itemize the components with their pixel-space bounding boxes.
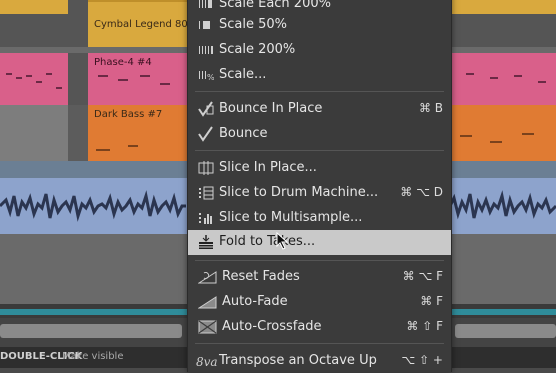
menu-item-label: Auto-Fade <box>222 294 288 309</box>
clip-right-top[interactable] <box>450 0 556 14</box>
menu-item-label: Scale 50% <box>219 17 288 32</box>
status-bar-right <box>450 347 556 368</box>
menu-item-label: Scale Each 200% <box>219 0 331 11</box>
midi-notes <box>450 53 556 105</box>
menu-item-label: Bounce <box>219 126 268 141</box>
bounce-icon <box>198 126 214 142</box>
menu-item-label: Scale... <box>219 67 267 82</box>
midi-notes <box>0 53 68 105</box>
menu-item-scale-50[interactable]: Scale 50% <box>188 13 451 37</box>
scale-custom-icon: % <box>198 67 215 83</box>
clip-gray-right[interactable] <box>450 234 556 304</box>
reset-fades-icon <box>197 269 218 285</box>
menu-item-slice-in-place[interactable]: Slice In Place... <box>188 156 451 180</box>
menu-item-label: Scale 200% <box>219 42 296 57</box>
octave-up-icon: 8va <box>196 353 218 369</box>
scale-each-icon <box>198 0 214 12</box>
slice-drum-machine-icon <box>198 185 214 201</box>
menu-item-shortcut: ⌘ ⌥ D <box>400 185 443 199</box>
menu-item-auto-fade[interactable]: Auto-Fade ⌘ F <box>188 290 451 314</box>
clip-bass[interactable]: Dark Bass #7 <box>88 105 188 161</box>
scrollbar-thumb[interactable] <box>0 324 182 338</box>
menu-item-fold-to-takes[interactable]: Fold to Takes... <box>188 230 451 255</box>
menu-item-slice-multisample[interactable]: Slice to Multisample... <box>188 206 451 230</box>
menu-item-shortcut: ⌘ B <box>418 101 443 115</box>
auto-crossfade-icon <box>198 319 218 335</box>
midi-notes <box>450 105 556 161</box>
menu-separator <box>195 343 444 344</box>
menu-item-shortcut: ⌥ ⇧ + <box>401 353 443 367</box>
menu-item-label: Fold to Takes... <box>219 234 316 249</box>
svg-text:%: % <box>207 73 214 82</box>
menu-item-scale-custom[interactable]: % Scale... <box>188 63 451 87</box>
menu-separator <box>195 150 444 151</box>
svg-text:8va: 8va <box>196 355 218 369</box>
status-hint-action: Make visible <box>62 351 124 362</box>
menu-item-label: Auto-Crossfade <box>222 319 322 334</box>
menu-item-bounce[interactable]: Bounce <box>188 122 451 146</box>
bounce-in-place-icon <box>198 101 214 117</box>
scrollbar-thumb-right[interactable] <box>455 324 556 338</box>
midi-notes <box>88 53 188 105</box>
mouse-cursor-icon <box>276 232 289 250</box>
clip-phase-left[interactable] <box>0 53 68 105</box>
clip-phase-right[interactable] <box>450 53 556 105</box>
clip-phase[interactable]: Phase-4 #4 <box>88 53 188 105</box>
menu-item-reset-fades[interactable]: Reset Fades ⌘ ⌥ F <box>188 265 451 289</box>
menu-item-auto-crossfade[interactable]: Auto-Crossfade ⌘ ⇧ F <box>188 315 451 339</box>
menu-item-scale-200[interactable]: Scale 200% <box>188 38 451 62</box>
menu-item-label: Slice to Multisample... <box>219 210 363 225</box>
menu-item-label: Bounce In Place <box>219 101 323 116</box>
auto-fade-icon <box>197 294 218 310</box>
midi-notes <box>88 105 188 161</box>
menu-item-shortcut: ⌘ ⇧ F <box>406 319 443 333</box>
menu-item-bounce-in-place[interactable]: Bounce In Place ⌘ B <box>188 97 451 121</box>
menu-item-octave-up[interactable]: 8va Transpose an Octave Up ⌥ ⇧ + <box>188 349 451 373</box>
menu-item-label: Slice In Place... <box>219 160 317 175</box>
clip-bass-right[interactable] <box>450 105 556 161</box>
clip-bass-left[interactable] <box>0 105 68 161</box>
menu-item-shortcut: ⌘ F <box>420 294 443 308</box>
menu-item-label: Slice to Drum Machine... <box>219 185 379 200</box>
context-menu: Scale Each 200% Scale 50% Scale 200% % S… <box>187 0 452 372</box>
slice-in-place-icon <box>198 160 214 176</box>
clip-gray-left[interactable] <box>0 234 187 304</box>
menu-item-shortcut: ⌘ ⌥ F <box>402 269 443 283</box>
scale-50-icon <box>198 17 214 33</box>
menu-item-label: Reset Fades <box>222 269 300 284</box>
menu-separator <box>195 91 444 92</box>
scale-200-icon <box>198 42 214 58</box>
fold-to-takes-icon <box>198 234 214 250</box>
menu-separator <box>195 260 444 261</box>
clip-left-top[interactable] <box>0 0 68 14</box>
clip-cymbal[interactable]: Cymbal Legend 808 04 <box>88 0 210 47</box>
status-bar: DOUBLE-CLICK Make visible <box>0 347 187 368</box>
slice-multisample-icon <box>198 210 214 226</box>
menu-item-label: Transpose an Octave Up <box>219 353 377 368</box>
menu-item-slice-drum-machine[interactable]: Slice to Drum Machine... ⌘ ⌥ D <box>188 181 451 205</box>
